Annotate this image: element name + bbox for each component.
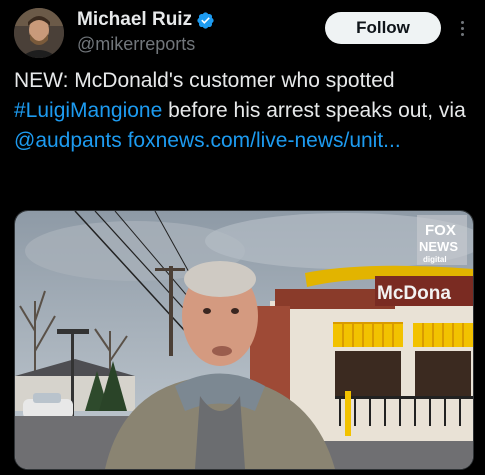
hashtag-link[interactable]: #LuigiMangione (14, 99, 162, 122)
avatar[interactable] (14, 8, 64, 58)
fox-logo-line3: digital (423, 255, 447, 264)
mention-link[interactable]: @audpants (14, 129, 122, 152)
verified-badge-icon (196, 11, 215, 30)
tweet-video[interactable]: McDona FOX NEWS digital (14, 210, 474, 470)
fox-logo-line2: NEWS (419, 239, 458, 254)
user-handle[interactable]: @mikerreports (77, 34, 195, 55)
url-link[interactable]: foxnews.com/live-news/unit... (128, 129, 401, 152)
more-vertical-icon[interactable] (452, 14, 472, 42)
tweet-text: NEW: McDonald's customer who spotted #Lu… (14, 66, 474, 156)
tweet-text-prefix: NEW: McDonald's customer who spotted (14, 69, 395, 92)
video-frame: McDona FOX NEWS digital (15, 211, 473, 469)
tweet-text-middle: before his arrest speaks out, via (162, 99, 466, 122)
avatar-photo (14, 8, 64, 58)
follow-button[interactable]: Follow (325, 12, 441, 44)
tweet-header: Michael Ruiz @mikerreports Follow (14, 6, 471, 60)
store-sign: McDona (377, 283, 451, 304)
display-name[interactable]: Michael Ruiz (77, 9, 192, 31)
name-row: Michael Ruiz (77, 9, 215, 31)
fox-logo-line1: FOX (425, 222, 456, 239)
